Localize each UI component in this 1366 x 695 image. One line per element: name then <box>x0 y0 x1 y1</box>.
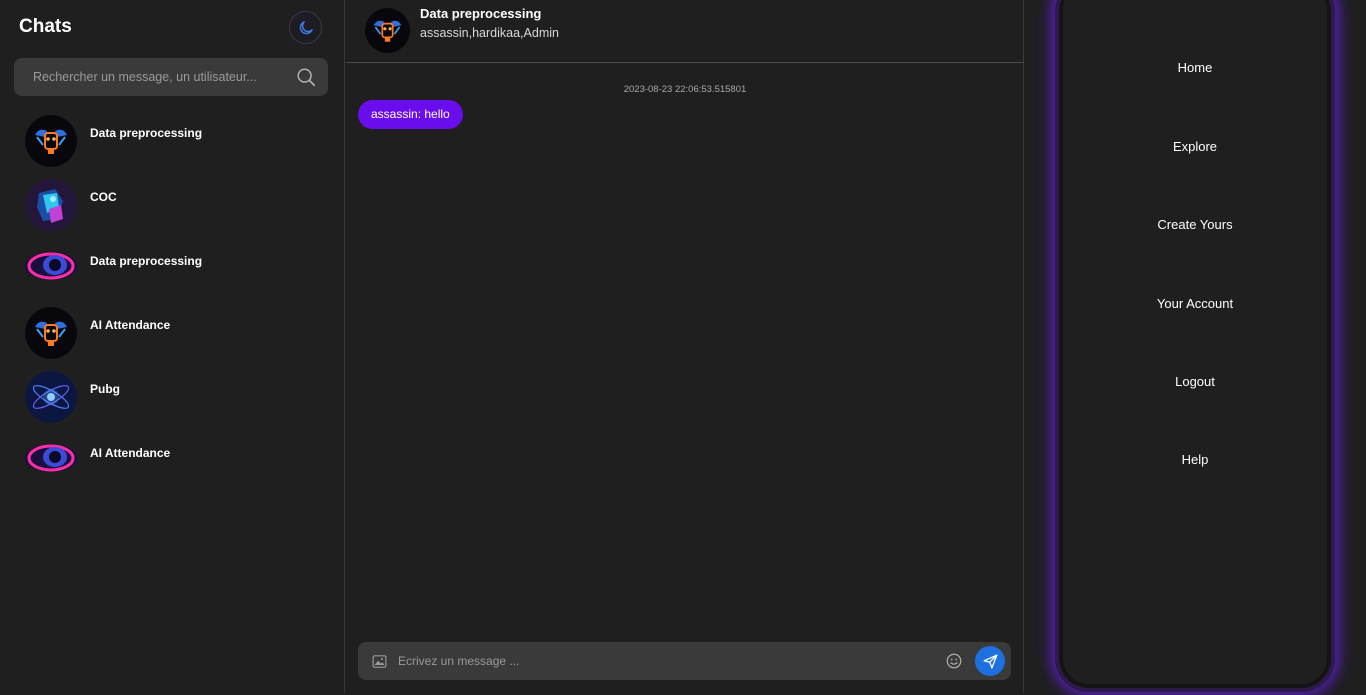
neon-figure-avatar <box>25 179 77 231</box>
chat-header: Data preprocessing assassin,hardikaa,Adm… <box>346 0 1024 63</box>
nav-item-home[interactable]: Home <box>1063 60 1327 75</box>
chat-title: Data preprocessing <box>420 6 542 21</box>
chat-avatar <box>25 435 77 487</box>
message-input[interactable] <box>398 642 938 680</box>
chat-item[interactable]: Data preprocessing <box>0 236 345 296</box>
message-composer <box>358 642 1011 680</box>
chat-members: assassin,hardikaa,Admin <box>420 26 559 40</box>
theme-toggle-button[interactable] <box>289 11 322 44</box>
nav-item-logout[interactable]: Logout <box>1063 374 1327 389</box>
search-input[interactable] <box>14 58 294 96</box>
chat-name: COC <box>90 190 117 204</box>
nav-panel: Home Explore Create Yours Your Account L… <box>1025 0 1366 695</box>
sidebar: Chats Rechercher un message, un utilisat… <box>0 0 345 693</box>
chat-avatar <box>25 307 77 359</box>
nav-panel-inner <box>1063 0 1327 684</box>
mech-skull-avatar <box>25 115 77 167</box>
message-timestamp: 2023-08-23 22:06:53.515801 <box>623 84 747 95</box>
mech-skull-avatar <box>25 307 77 359</box>
sidebar-title: Chats <box>19 16 72 37</box>
image-icon[interactable] <box>371 653 388 670</box>
send-icon <box>982 653 998 669</box>
chat-item[interactable]: AI Attendance <box>0 428 345 488</box>
chat-item[interactable]: AI Attendance <box>0 300 345 360</box>
chat-name: Pubg <box>90 382 120 396</box>
chat-item[interactable]: Data preprocessing <box>0 108 345 168</box>
chat-item[interactable]: COC <box>0 172 345 232</box>
pink-planet-avatar <box>25 444 77 472</box>
search-bar <box>14 58 328 96</box>
mech-skull-avatar <box>365 8 410 53</box>
chat-app: Chats Rechercher un message, un utilisat… <box>0 0 1366 695</box>
pink-planet-avatar <box>25 252 77 280</box>
blue-atom-avatar <box>25 371 77 423</box>
chat-name: AI Attendance <box>90 446 171 460</box>
message-bubble: assassin: hello <box>358 100 463 129</box>
chat-item[interactable]: Pubg <box>0 364 345 424</box>
emoji-icon[interactable] <box>945 652 963 670</box>
chat-name: AI Attendance <box>90 318 171 332</box>
nav-item-your-account[interactable]: Your Account <box>1063 296 1327 311</box>
chat-header-avatar[interactable] <box>365 8 410 53</box>
moon-icon <box>299 20 313 34</box>
chat-avatar <box>25 179 77 231</box>
chat-name: Data preprocessing <box>90 126 203 140</box>
search-icon[interactable] <box>295 66 317 88</box>
nav-item-explore[interactable]: Explore <box>1063 139 1327 154</box>
chat-avatar <box>25 115 77 167</box>
nav-item-help[interactable]: Help <box>1063 452 1327 467</box>
chat-name: Data preprocessing <box>90 254 203 268</box>
chat-avatar <box>25 371 77 423</box>
chat-window: Data preprocessing assassin,hardikaa,Adm… <box>346 0 1024 693</box>
send-button[interactable] <box>975 646 1005 676</box>
nav-item-create-yours[interactable]: Create Yours <box>1063 217 1327 232</box>
chat-avatar <box>25 243 77 295</box>
